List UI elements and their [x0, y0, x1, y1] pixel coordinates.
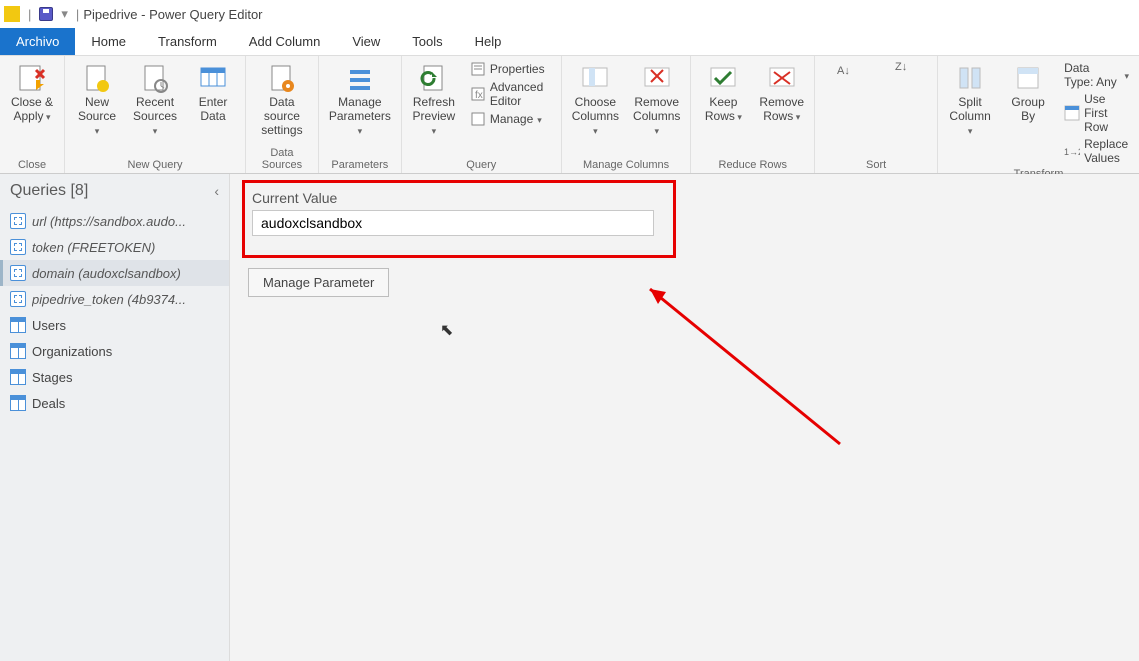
split-column-button[interactable]: Split Column — [946, 60, 994, 139]
enter-data-button[interactable]: Enter Data — [189, 60, 237, 126]
parameter-icon — [10, 213, 26, 229]
table-icon — [10, 317, 26, 333]
parameter-icon — [10, 291, 26, 307]
ribbon-group-reduce-rows: Keep Rows Remove Rows Reduce Rows — [691, 56, 815, 173]
new-source-button[interactable]: New Source — [73, 60, 121, 139]
menu-add-column[interactable]: Add Column — [233, 28, 337, 55]
replace-values-button[interactable]: 1→2Replace Values — [1062, 136, 1131, 166]
menu-help[interactable]: Help — [459, 28, 518, 55]
queries-title: Queries [8] — [10, 182, 88, 200]
document-title: Pipedrive — [83, 7, 137, 22]
query-item-label: pipedrive_token (4b9374... — [32, 292, 186, 307]
ribbon-group-label: Reduce Rows — [719, 157, 787, 171]
query-item[interactable]: domain (audoxclsandbox) — [0, 260, 229, 286]
query-item-label: url (https://sandbox.audo... — [32, 214, 186, 229]
title-bar: | ▾ | Pipedrive - Power Query Editor — [0, 0, 1139, 28]
query-item-label: token (FREETOKEN) — [32, 240, 155, 255]
query-item[interactable]: Stages — [0, 364, 229, 390]
table-icon — [10, 343, 26, 359]
query-item-label: Stages — [32, 370, 72, 385]
queries-header[interactable]: Queries [8] ‹ — [0, 174, 229, 208]
cursor-icon: ⬉ — [440, 320, 453, 340]
keep-rows-button[interactable]: Keep Rows — [699, 60, 747, 126]
menu-tools[interactable]: Tools — [396, 28, 458, 55]
menu-archivo[interactable]: Archivo — [0, 28, 75, 55]
use-first-row-button[interactable]: Use First Row — [1062, 91, 1131, 135]
query-item-label: Organizations — [32, 344, 112, 359]
svg-text:A↓: A↓ — [837, 65, 850, 77]
group-by-button[interactable]: Group By — [1004, 60, 1052, 126]
ribbon-group-label: New Query — [128, 157, 183, 171]
parameter-icon — [10, 239, 26, 255]
query-item[interactable]: Deals — [0, 390, 229, 416]
ribbon-group-sort: A↓ Z↓ Sort — [815, 56, 938, 173]
content-area: Queries [8] ‹ url (https://sandbox.audo.… — [0, 174, 1139, 661]
ribbon: Close & Apply Close New Source Recent So… — [0, 56, 1139, 174]
ribbon-group-label: Query — [466, 157, 496, 171]
query-item-label: Users — [32, 318, 66, 333]
choose-columns-button[interactable]: Choose Columns — [570, 60, 621, 139]
ribbon-group-label: Sort — [866, 157, 886, 171]
svg-text:1→2: 1→2 — [1064, 147, 1080, 157]
ribbon-group-label: Manage Columns — [583, 157, 669, 171]
ribbon-group-label: Parameters — [331, 157, 388, 171]
query-item[interactable]: Users — [0, 312, 229, 338]
menu-home[interactable]: Home — [75, 28, 142, 55]
query-item[interactable]: url (https://sandbox.audo... — [0, 208, 229, 234]
ribbon-group-data-sources: Data source settings Data Sources — [246, 56, 319, 173]
ribbon-group-label: Data Sources — [254, 145, 310, 171]
ribbon-group-query: Refresh Preview Properties fxAdvanced Ed… — [402, 56, 562, 173]
menu-transform[interactable]: Transform — [142, 28, 233, 55]
sort-asc-button[interactable]: A↓ — [823, 60, 871, 82]
manage-button[interactable]: Manage — [468, 110, 544, 128]
data-type-button[interactable]: Data Type: Any — [1062, 60, 1131, 90]
remove-rows-button[interactable]: Remove Rows — [757, 60, 806, 126]
svg-text:Z↓: Z↓ — [895, 61, 907, 73]
save-icon[interactable] — [39, 7, 53, 21]
app-title: Power Query Editor — [149, 7, 262, 22]
data-source-settings-button[interactable]: Data source settings — [254, 60, 310, 139]
table-icon — [10, 369, 26, 385]
ribbon-group-manage-columns: Choose Columns Remove Columns Manage Col… — [562, 56, 692, 173]
ribbon-group-close: Close & Apply Close — [0, 56, 65, 173]
query-item-label: domain (audoxclsandbox) — [32, 266, 181, 281]
menu-bar: Archivo Home Transform Add Column View T… — [0, 28, 1139, 56]
main-panel: Current Value Manage Parameter ⬉ — [230, 174, 1139, 661]
recent-sources-button[interactable]: Recent Sources — [131, 60, 179, 139]
manage-parameters-button[interactable]: Manage Parameters — [327, 60, 393, 139]
ribbon-group-parameters: Manage Parameters Parameters — [319, 56, 402, 173]
properties-button[interactable]: Properties — [468, 60, 547, 78]
annotation-highlight — [242, 180, 676, 258]
advanced-editor-button[interactable]: fxAdvanced Editor — [468, 79, 553, 109]
close-apply-button[interactable]: Close & Apply — [8, 60, 56, 126]
ribbon-group-label: Close — [18, 157, 46, 171]
collapse-icon[interactable]: ‹ — [214, 183, 219, 199]
app-icon — [4, 6, 20, 22]
queries-sidebar: Queries [8] ‹ url (https://sandbox.audo.… — [0, 174, 230, 661]
menu-view[interactable]: View — [336, 28, 396, 55]
parameter-icon — [10, 265, 26, 281]
refresh-preview-button[interactable]: Refresh Preview — [410, 60, 458, 139]
manage-parameter-button[interactable]: Manage Parameter — [248, 268, 389, 297]
query-item[interactable]: token (FREETOKEN) — [0, 234, 229, 260]
queries-list: url (https://sandbox.audo... token (FREET… — [0, 208, 229, 416]
query-item[interactable]: pipedrive_token (4b9374... — [0, 286, 229, 312]
table-icon — [10, 395, 26, 411]
ribbon-group-transform: Split Column Group By Data Type: Any Use… — [938, 56, 1139, 173]
remove-columns-button[interactable]: Remove Columns — [631, 60, 682, 139]
svg-text:fx: fx — [475, 90, 483, 101]
query-item[interactable]: Organizations — [0, 338, 229, 364]
query-item-label: Deals — [32, 396, 65, 411]
sort-desc-button[interactable]: Z↓ — [881, 56, 929, 78]
annotation-arrow — [630, 274, 850, 454]
ribbon-group-new-query: New Source Recent Sources Enter Data New… — [65, 56, 246, 173]
